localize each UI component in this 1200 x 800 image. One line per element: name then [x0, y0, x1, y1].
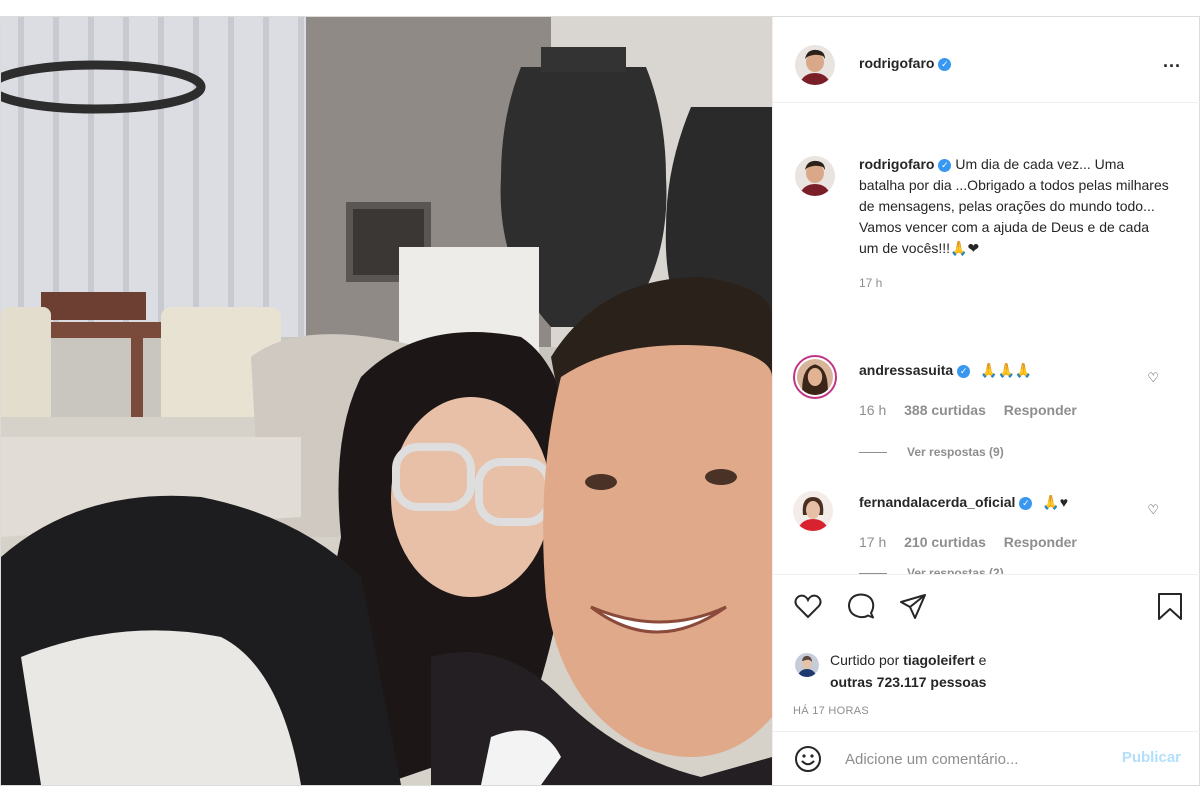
- comment-likes-count[interactable]: 388 curtidas: [904, 402, 986, 418]
- selfie-photo-illustration: [1, 17, 772, 785]
- author-avatar[interactable]: [795, 45, 835, 85]
- post-timestamp[interactable]: HÁ 17 HORAS: [793, 705, 869, 717]
- reply-button[interactable]: Responder: [1004, 402, 1077, 418]
- verified-icon: ✓: [1019, 497, 1033, 510]
- publish-button[interactable]: Publicar: [1122, 749, 1181, 766]
- like-button[interactable]: [793, 591, 823, 621]
- view-replies-label: Ver respostas (2): [907, 566, 1004, 574]
- liker-avatar[interactable]: [795, 653, 819, 677]
- view-replies-label: Ver respostas (9): [907, 445, 1004, 459]
- post-side-panel: rodrigofaro ✓ ... rodrigofaro ✓ Um dia de …: [772, 17, 1200, 785]
- verified-icon: ✓: [938, 159, 952, 172]
- comment-avatar-andressasuita[interactable]: [793, 355, 837, 399]
- verified-icon: ✓: [957, 365, 971, 378]
- person-avatar-icon: [793, 491, 833, 531]
- heart-icon: ♡: [1147, 370, 1159, 385]
- comment-username[interactable]: andressasuita: [859, 362, 953, 378]
- add-comment-bar: Publicar: [773, 731, 1200, 785]
- post-photo[interactable]: [1, 17, 772, 785]
- comment-input[interactable]: [845, 746, 1105, 772]
- person-avatar-icon: [795, 653, 819, 677]
- reply-button[interactable]: Responder: [1004, 534, 1077, 550]
- view-replies-button[interactable]: Ver respostas (2): [859, 566, 1004, 574]
- comment-fernandalacerda: fernandalacerda_oficial ✓ 🙏♥: [859, 494, 1068, 511]
- comment-avatar-fernandalacerda[interactable]: [793, 491, 833, 531]
- comment-andressasuita: andressasuita ✓ 🙏🙏🙏: [859, 362, 1032, 379]
- comment-meta: 17 h 210 curtidas Responder: [859, 534, 1091, 550]
- heart-icon: ♡: [1147, 502, 1159, 517]
- liked-by-others[interactable]: outras 723.117 pessoas: [830, 674, 986, 690]
- caption: rodrigofaro ✓ Um dia de cada vez... Uma b…: [859, 154, 1169, 294]
- liked-by-prefix: Curtido por: [830, 652, 900, 668]
- comment-meta: 16 h 388 curtidas Responder: [859, 402, 1091, 418]
- view-replies-button[interactable]: Ver respostas (9): [859, 445, 1004, 459]
- emoji-icon: [795, 746, 821, 772]
- share-button[interactable]: [898, 591, 928, 621]
- comment-text: 🙏♥: [1042, 494, 1069, 510]
- comment-likes-count[interactable]: 210 curtidas: [904, 534, 986, 550]
- instagram-post: rodrigofaro ✓ ... rodrigofaro ✓ Um dia de …: [0, 16, 1200, 786]
- caption-time[interactable]: 17 h: [859, 276, 882, 290]
- more-options-button[interactable]: ...: [1163, 51, 1181, 72]
- caption-meta: 17 h: [859, 273, 1169, 294]
- share-icon: [900, 594, 926, 619]
- divider-line: [859, 452, 887, 454]
- person-avatar-icon: [797, 359, 833, 395]
- comment-icon: [848, 593, 875, 619]
- person-avatar-icon: [795, 156, 835, 196]
- verified-icon: ✓: [938, 58, 952, 71]
- caption-avatar[interactable]: [795, 156, 835, 196]
- comment-like-button[interactable]: ♡: [1147, 502, 1159, 518]
- comments-list[interactable]: rodrigofaro ✓ Um dia de cada vez... Uma b…: [773, 104, 1200, 574]
- bookmark-icon: [1158, 593, 1182, 620]
- emoji-button[interactable]: [793, 744, 823, 774]
- comment-button[interactable]: [846, 591, 876, 621]
- comment-like-button[interactable]: ♡: [1147, 370, 1159, 386]
- caption-username[interactable]: rodrigofaro: [859, 156, 934, 172]
- liked-by-user[interactable]: tiagoleifert: [903, 652, 975, 668]
- post-header: rodrigofaro ✓ ...: [773, 17, 1200, 103]
- heart-icon: [794, 594, 822, 619]
- comment-text: 🙏🙏🙏: [980, 362, 1033, 378]
- comment-username[interactable]: fernandalacerda_oficial: [859, 494, 1015, 510]
- more-icon: ...: [1162, 51, 1181, 71]
- header-user: rodrigofaro ✓: [859, 55, 952, 73]
- post-actions: Curtido por tiagoleifert e outras 723.11…: [773, 574, 1200, 754]
- liked-by-connector: e: [978, 652, 987, 668]
- liked-by[interactable]: Curtido por tiagoleifert e outras 723.11…: [830, 649, 986, 693]
- person-avatar-icon: [795, 45, 835, 85]
- comment-time[interactable]: 17 h: [859, 534, 886, 550]
- save-button[interactable]: [1155, 591, 1185, 621]
- author-username[interactable]: rodrigofaro: [859, 55, 934, 71]
- comment-time[interactable]: 16 h: [859, 402, 886, 418]
